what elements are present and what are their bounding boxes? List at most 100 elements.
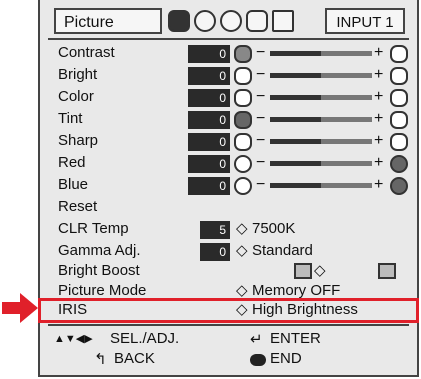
slider-track[interactable]	[270, 139, 372, 144]
row-value: 0	[188, 177, 230, 195]
menu-row-red[interactable]: Red 0 − +	[58, 152, 409, 174]
bright-boost-on-icon	[378, 263, 396, 279]
minus-sign: −	[256, 176, 266, 193]
audio-menu-icon[interactable]	[194, 10, 216, 32]
row-label: Color	[58, 88, 94, 105]
menu-row-contrast[interactable]: Contrast 0 − +	[58, 42, 409, 64]
slider-track[interactable]	[270, 73, 372, 78]
plus-sign: +	[374, 88, 384, 105]
menu-row-sharp[interactable]: Sharp 0 − +	[58, 130, 409, 152]
row-label: Gamma Adj.	[58, 242, 141, 259]
red-low-icon	[234, 155, 252, 173]
slider-fill	[270, 161, 321, 166]
minus-sign: −	[256, 66, 266, 83]
clr-temp-setting: 7500K	[252, 220, 296, 237]
slider-fill	[270, 51, 321, 56]
bright-low-icon	[234, 67, 252, 85]
plus-sign: +	[374, 132, 384, 149]
sel-adj-label: SEL./ADJ.	[110, 330, 180, 347]
plus-sign: +	[374, 44, 384, 61]
back-icon: ↰	[94, 351, 107, 368]
menu-topbar: Picture INPUT 1	[48, 6, 411, 38]
slider-track[interactable]	[270, 183, 372, 188]
diamond-icon: ◇	[236, 220, 248, 237]
menu-row-clr-temp[interactable]: CLR Temp 5 ◇ 7500K	[58, 218, 409, 240]
contrast-high-icon	[390, 45, 408, 63]
menu-row-gamma[interactable]: Gamma Adj. 0 ◇ Standard	[58, 240, 409, 262]
minus-sign: −	[256, 132, 266, 149]
sharp-high-icon	[390, 133, 408, 151]
row-label: Contrast	[58, 44, 115, 61]
end-label: END	[270, 350, 302, 367]
row-label: Sharp	[58, 132, 99, 149]
gamma-setting: Standard	[252, 242, 313, 259]
row-label: Bright Boost	[58, 262, 140, 279]
row-value: 0	[188, 67, 230, 85]
row-value: 5	[200, 221, 230, 239]
slider-fill	[270, 139, 321, 144]
row-value: 0	[188, 45, 230, 63]
bright-boost-off-icon	[294, 263, 312, 279]
blue-high-icon	[390, 177, 408, 195]
picture-tab[interactable]: Picture	[54, 8, 162, 34]
iris-highlight-box	[38, 298, 419, 323]
bright-high-icon	[390, 67, 408, 85]
color-low-icon	[234, 89, 252, 107]
blue-low-icon	[234, 177, 252, 195]
end-icon	[250, 354, 266, 366]
slider-track[interactable]	[270, 51, 372, 56]
minus-sign: −	[256, 110, 266, 127]
setup-menu-icon[interactable]	[220, 10, 242, 32]
sharp-low-icon	[234, 133, 252, 151]
menu-footer: ▲▼◀▶ SEL./ADJ. ↰ BACK ↵ ENTER END	[54, 330, 409, 376]
nav-arrows-icon: ▲▼◀▶	[54, 333, 93, 345]
picture-menu-icon[interactable]	[168, 10, 190, 32]
footer-divider	[48, 324, 409, 326]
plus-sign: +	[374, 110, 384, 127]
slider-fill	[270, 73, 321, 78]
plus-sign: +	[374, 176, 384, 193]
menu-row-tint[interactable]: Tint 0 − +	[58, 108, 409, 130]
picture-mode-setting: Memory OFF	[252, 282, 341, 299]
color-high-icon	[390, 89, 408, 107]
menu-row-bright[interactable]: Bright 0 − +	[58, 64, 409, 86]
minus-sign: −	[256, 44, 266, 61]
menu-row-color[interactable]: Color 0 − +	[58, 86, 409, 108]
minus-sign: −	[256, 88, 266, 105]
row-setting: ◇ 7500K	[236, 218, 295, 240]
row-label: Tint	[58, 110, 83, 127]
plus-sign: +	[374, 66, 384, 83]
language-menu-icon[interactable]	[272, 10, 294, 32]
options-menu-icon[interactable]	[246, 10, 268, 32]
enter-label: ENTER	[270, 330, 321, 347]
slider-fill	[270, 183, 321, 188]
row-value: 0	[200, 243, 230, 261]
row-value: 0	[188, 89, 230, 107]
menu-row-bright-boost[interactable]: Bright Boost ◇	[58, 260, 409, 282]
diamond-icon: ◇	[314, 262, 326, 279]
slider-track[interactable]	[270, 95, 372, 100]
red-high-icon	[390, 155, 408, 173]
row-label: Reset	[58, 198, 98, 215]
row-label: Bright	[58, 66, 98, 83]
row-label: Red	[58, 154, 86, 171]
row-value: 0	[188, 155, 230, 173]
tint-low-icon	[234, 111, 252, 129]
row-setting: ◇ Standard	[236, 240, 313, 262]
menu-row-blue[interactable]: Blue 0 − +	[58, 174, 409, 196]
row-label: CLR Temp	[58, 220, 129, 237]
pointer-arrow-icon	[2, 293, 38, 323]
plus-sign: +	[374, 154, 384, 171]
slider-track[interactable]	[270, 117, 372, 122]
menu-row-reset[interactable]: Reset	[58, 196, 409, 218]
minus-sign: −	[256, 154, 266, 171]
row-label: Blue	[58, 176, 89, 193]
back-label: BACK	[114, 350, 155, 367]
slider-track[interactable]	[270, 161, 372, 166]
input-indicator: INPUT 1	[325, 8, 405, 34]
enter-icon: ↵	[250, 331, 263, 348]
row-value: 0	[188, 111, 230, 129]
tint-high-icon	[390, 111, 408, 129]
contrast-low-icon	[234, 45, 252, 63]
top-divider	[48, 38, 409, 40]
